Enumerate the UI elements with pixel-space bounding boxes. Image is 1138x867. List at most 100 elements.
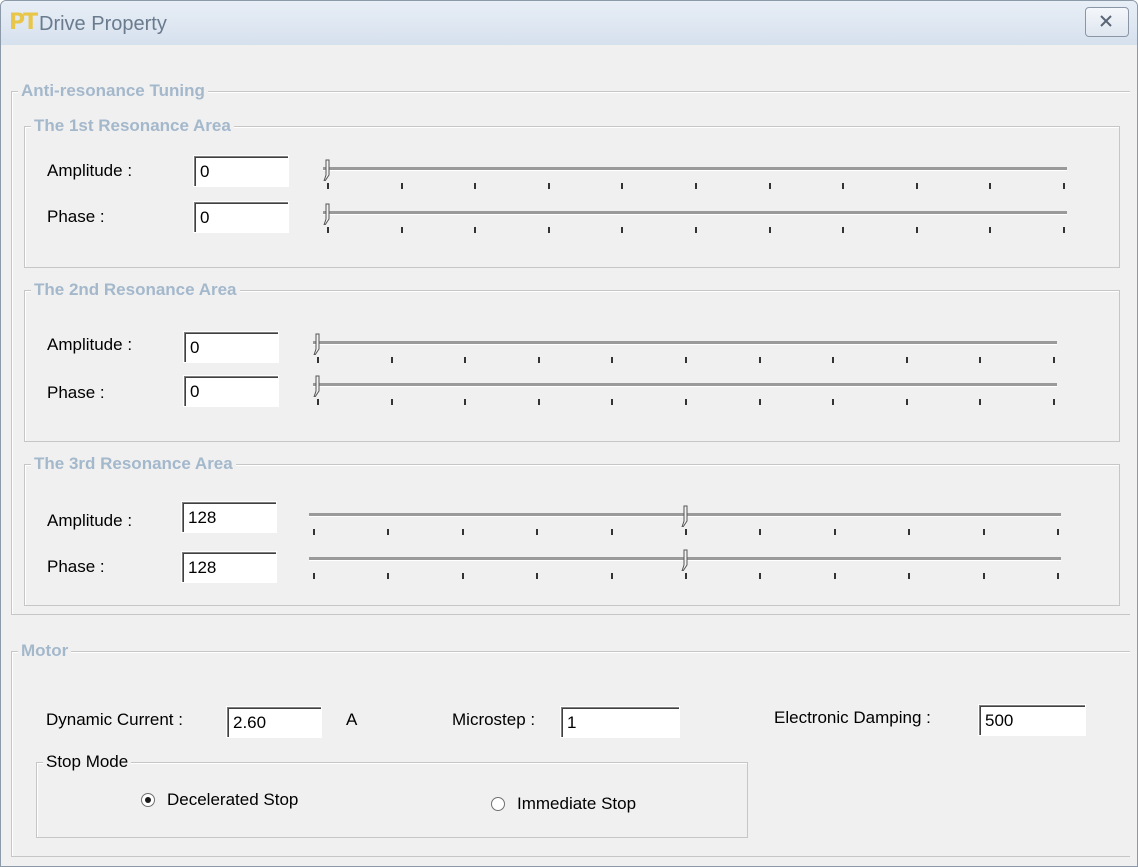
slider-tick: [758, 357, 761, 363]
slider-tick: [400, 227, 403, 233]
phase-slider-1[interactable]: [323, 203, 1067, 239]
slider-tick: [313, 529, 315, 535]
slider-thumb[interactable]: [681, 549, 689, 571]
stop-mode-group: Stop Mode Decelerated Stop Immediate Sto…: [36, 752, 748, 838]
slider-tick: [611, 399, 614, 405]
amplitude-label-3: Amplitude :: [47, 511, 133, 530]
slider-tick: [685, 573, 687, 579]
slider-tick: [474, 183, 477, 189]
slider-thumb[interactable]: [313, 375, 321, 397]
slider-tick: [685, 399, 687, 405]
slider-tick: [461, 529, 464, 535]
phase-slider-2[interactable]: [313, 375, 1057, 411]
window-title: Drive Property: [39, 13, 167, 35]
phase-label-2: Phase :: [47, 383, 105, 402]
close-button[interactable]: [1085, 7, 1129, 37]
slider-track[interactable]: [323, 211, 1067, 215]
anti-resonance-group: Anti-resonance Tuning The 1st Resonance …: [11, 81, 1130, 615]
title-bar[interactable]: PT Drive Property: [1, 1, 1137, 45]
amplitude-input-2[interactable]: 0: [183, 331, 279, 363]
electronic-damping-label: Electronic Damping :: [774, 708, 931, 727]
phase-label-1: Phase :: [47, 207, 105, 226]
dynamic-current-input[interactable]: 2.60: [226, 706, 322, 738]
resonance-area-3: The 3rd Resonance Area Amplitude : 128 P…: [24, 454, 1120, 606]
close-icon: [1100, 15, 1112, 27]
dynamic-current-unit: A: [346, 710, 358, 729]
slider-tick: [1063, 227, 1065, 233]
slider-tick: [905, 357, 908, 363]
decelerated-stop-label[interactable]: Decelerated Stop: [167, 790, 298, 810]
slider-tick: [1053, 399, 1055, 405]
slider-tick: [979, 399, 982, 405]
slider-tick: [317, 399, 319, 405]
slider-track[interactable]: [313, 383, 1057, 387]
slider-tick: [537, 399, 540, 405]
resonance-area-1: The 1st Resonance Area Amplitude : 0 Pha…: [24, 116, 1120, 268]
anti-resonance-title: Anti-resonance Tuning: [18, 81, 208, 101]
phase-input-2[interactable]: 0: [183, 375, 279, 407]
slider-tick: [982, 573, 985, 579]
slider-tick: [536, 573, 539, 579]
slider-thumb[interactable]: [681, 505, 689, 527]
slider-tick: [842, 183, 845, 189]
slider-tick: [400, 183, 403, 189]
slider-tick: [621, 183, 624, 189]
slider-tick: [461, 573, 464, 579]
amplitude-input-3[interactable]: 128: [181, 501, 277, 533]
slider-tick: [610, 529, 613, 535]
slider-thumb[interactable]: [313, 333, 321, 355]
phase-input-3[interactable]: 128: [181, 551, 277, 583]
slider-tick: [832, 399, 835, 405]
drive-property-window: PT Drive Property Anti-resonance Tuning …: [0, 0, 1138, 867]
phase-input-1[interactable]: 0: [193, 201, 289, 233]
slider-tick: [979, 357, 982, 363]
slider-tick: [1063, 183, 1065, 189]
amplitude-slider-1[interactable]: [323, 159, 1067, 195]
slider-tick: [832, 357, 835, 363]
microstep-input[interactable]: 1: [560, 706, 680, 738]
slider-tick: [695, 227, 697, 233]
slider-tick: [685, 529, 687, 535]
motor-title: Motor: [18, 641, 72, 661]
amplitude-slider-3[interactable]: [309, 505, 1061, 541]
slider-tick: [390, 399, 393, 405]
slider-tick: [387, 573, 390, 579]
motor-group: Motor Dynamic Current : 2.60 A Microstep…: [11, 641, 1130, 857]
slider-tick: [610, 573, 613, 579]
slider-tick: [537, 357, 540, 363]
immediate-stop-radio[interactable]: [491, 797, 505, 811]
slider-tick: [685, 357, 687, 363]
slider-tick: [989, 183, 992, 189]
resonance-area-2-title: The 2nd Resonance Area: [31, 280, 240, 300]
slider-tick: [768, 227, 771, 233]
slider-tick: [989, 227, 992, 233]
app-logo-icon: PT: [9, 10, 38, 35]
slider-tick: [464, 357, 467, 363]
slider-tick: [611, 357, 614, 363]
slider-track[interactable]: [313, 341, 1057, 345]
slider-tick: [833, 573, 836, 579]
phase-label-3: Phase :: [47, 557, 105, 576]
microstep-label: Microstep :: [452, 710, 536, 729]
slider-tick: [536, 529, 539, 535]
slider-tick: [695, 183, 697, 189]
immediate-stop-label[interactable]: Immediate Stop: [517, 794, 636, 814]
slider-tick: [915, 227, 918, 233]
slider-tick: [908, 573, 911, 579]
resonance-area-3-title: The 3rd Resonance Area: [31, 454, 236, 474]
slider-tick: [1057, 529, 1059, 535]
slider-thumb[interactable]: [323, 203, 331, 225]
slider-tick: [313, 573, 315, 579]
electronic-damping-input[interactable]: 500: [978, 704, 1086, 736]
slider-tick: [317, 357, 319, 363]
phase-slider-3[interactable]: [309, 549, 1061, 585]
slider-tick: [1053, 357, 1055, 363]
decelerated-stop-radio[interactable]: [141, 793, 155, 807]
slider-track[interactable]: [323, 167, 1067, 171]
amplitude-input-1[interactable]: 0: [193, 155, 289, 187]
slider-thumb[interactable]: [323, 159, 331, 181]
stop-mode-title: Stop Mode: [43, 752, 132, 772]
amplitude-slider-2[interactable]: [313, 333, 1057, 369]
dialog-client-area: Anti-resonance Tuning The 1st Resonance …: [9, 45, 1131, 860]
slider-tick: [759, 573, 762, 579]
